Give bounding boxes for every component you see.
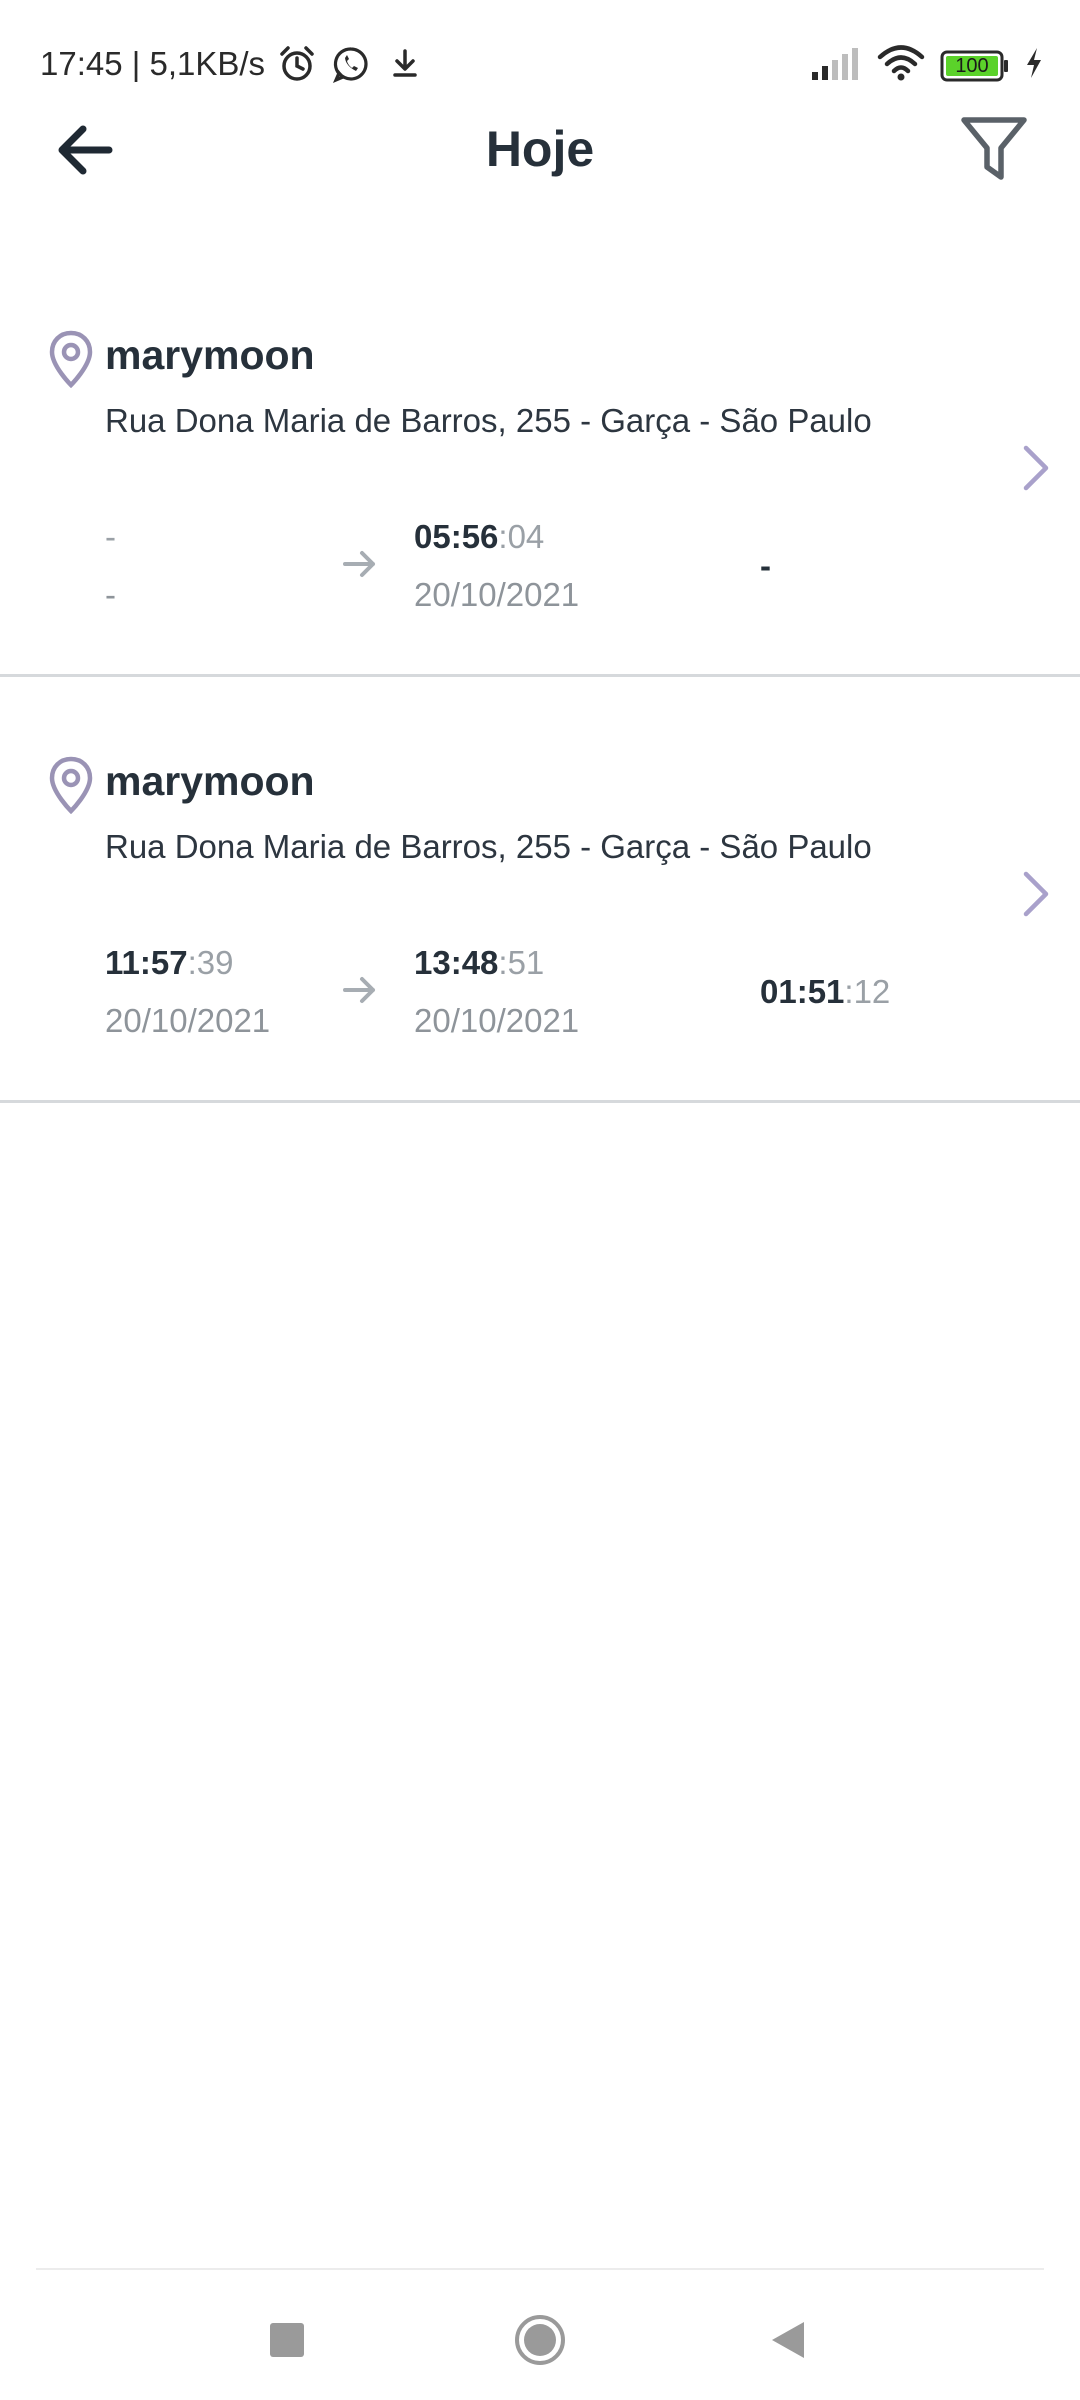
duration-seconds: :12 bbox=[844, 973, 891, 1010]
start-time-block: - - bbox=[105, 514, 116, 618]
start-date: 20/10/2021 bbox=[105, 1002, 271, 1039]
duration-value: 01:51 bbox=[760, 973, 845, 1010]
start-time-value: 11:57 bbox=[105, 944, 188, 981]
record-name: marymoon bbox=[105, 758, 315, 804]
alarm-icon bbox=[275, 42, 319, 86]
arrow-right-icon bbox=[343, 551, 375, 577]
whatsapp-icon bbox=[329, 42, 373, 86]
end-seconds: :04 bbox=[498, 518, 545, 555]
signal-icon bbox=[810, 46, 862, 85]
end-time-value: 05:56 bbox=[414, 518, 499, 555]
start-time: - bbox=[105, 514, 116, 560]
end-time: 05:56:04 bbox=[414, 514, 579, 560]
chevron-right-icon bbox=[1023, 871, 1049, 917]
end-time-block: 05:56:04 20/10/2021 bbox=[414, 514, 579, 618]
location-pin-icon bbox=[49, 756, 93, 814]
charging-icon bbox=[1024, 46, 1044, 85]
status-left: 17:45 | 5,1KB/s bbox=[40, 42, 427, 86]
end-time-value: 13:48 bbox=[414, 944, 499, 981]
record-name: marymoon bbox=[105, 332, 315, 378]
home-button[interactable] bbox=[500, 2300, 580, 2380]
filter-button[interactable] bbox=[954, 110, 1034, 190]
end-date: 20/10/2021 bbox=[414, 1002, 580, 1039]
app-bar: Hoje bbox=[0, 100, 1080, 200]
record-card[interactable]: marymoon Rua Dona Maria de Barros, 255 -… bbox=[0, 252, 1080, 677]
battery-icon: 100 bbox=[940, 49, 1010, 83]
back-triangle-icon bbox=[772, 2322, 804, 2358]
recent-apps-button[interactable] bbox=[247, 2300, 327, 2380]
download-icon bbox=[383, 42, 427, 86]
end-date: 20/10/2021 bbox=[414, 576, 580, 613]
duration: - bbox=[760, 540, 771, 592]
end-seconds: :51 bbox=[498, 944, 545, 981]
start-time-block: 11:57:39 20/10/2021 bbox=[105, 940, 270, 1044]
status-right: 100 bbox=[810, 44, 1044, 87]
start-seconds: :39 bbox=[187, 944, 234, 981]
record-address: Rua Dona Maria de Barros, 255 - Garça - … bbox=[105, 828, 872, 865]
record-address: Rua Dona Maria de Barros, 255 - Garça - … bbox=[105, 402, 872, 439]
system-back-button[interactable] bbox=[748, 2300, 828, 2380]
status-time-speed: 17:45 | 5,1KB/s bbox=[40, 45, 266, 82]
page-title: Hoje bbox=[485, 121, 595, 177]
home-icon bbox=[515, 2315, 565, 2365]
location-pin-icon bbox=[49, 330, 93, 388]
start-date: - bbox=[105, 576, 116, 613]
wifi-icon bbox=[876, 44, 926, 87]
screen: 17:45 | 5,1KB/s 100 Hoje marymoon Rua Do… bbox=[0, 0, 1080, 2400]
arrow-right-icon bbox=[343, 977, 375, 1003]
start-time: 11:57:39 bbox=[105, 940, 270, 986]
record-card[interactable]: marymoon Rua Dona Maria de Barros, 255 -… bbox=[0, 678, 1080, 1103]
start-time-value: - bbox=[105, 518, 116, 555]
battery-level: 100 bbox=[955, 54, 989, 77]
end-time: 13:48:51 bbox=[414, 940, 579, 986]
duration: 01:51:12 bbox=[760, 966, 890, 1018]
duration-value: - bbox=[760, 547, 771, 584]
system-nav-bar bbox=[0, 2270, 1080, 2400]
filter-icon bbox=[961, 117, 1027, 180]
end-time-block: 13:48:51 20/10/2021 bbox=[414, 940, 579, 1044]
chevron-right-icon bbox=[1023, 445, 1049, 491]
recent-apps-icon bbox=[270, 2323, 304, 2357]
